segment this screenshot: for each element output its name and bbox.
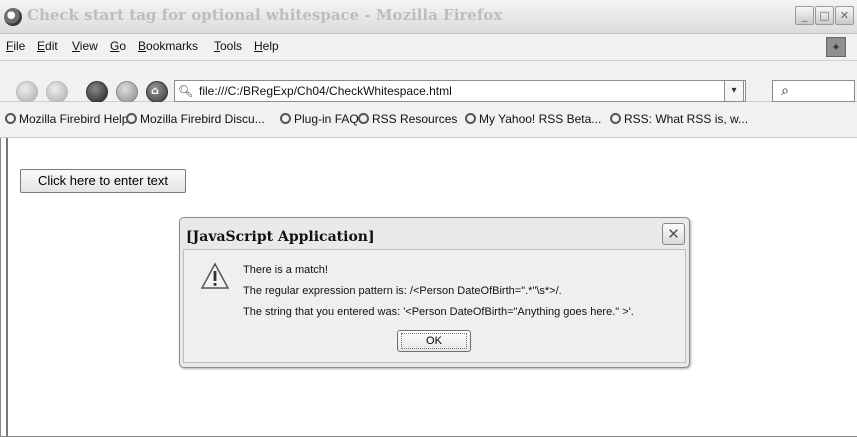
ok-focus-ring: [401, 333, 467, 349]
bookmark-item[interactable]: RSS Resources: [358, 112, 457, 126]
title-bar: Check start tag for optional whitespace …: [0, 0, 857, 34]
dialog-message-line: The string that you entered was: '<Perso…: [243, 306, 634, 318]
window-title: Check start tag for optional whitespace …: [27, 6, 503, 24]
menu-view[interactable]: View: [72, 39, 98, 53]
page-icon: 🔍︎: [178, 84, 194, 98]
close-window-button[interactable]: ✕: [835, 6, 854, 25]
maximize-button[interactable]: □: [815, 6, 834, 25]
bookmark-item[interactable]: Mozilla Firebird Help: [5, 112, 128, 126]
bookmark-icon: [610, 113, 621, 124]
menu-tools[interactable]: Tools: [214, 39, 242, 53]
menu-file[interactable]: File: [6, 39, 25, 53]
bookmark-icon: [126, 113, 137, 124]
address-bar[interactable]: 🔍︎ file:///C:/BRegExp/Ch04/CheckWhitespa…: [174, 80, 746, 102]
menu-bar: [0, 34, 857, 61]
bookmark-icon: [280, 113, 291, 124]
back-button[interactable]: [16, 81, 38, 103]
bookmark-icon: [358, 113, 369, 124]
firefox-app-icon: [4, 8, 22, 26]
magnifier-icon[interactable]: ⌕: [776, 82, 794, 100]
bookmark-icon: [465, 113, 476, 124]
enter-text-button[interactable]: Click here to enter text: [20, 169, 186, 193]
dialog-close-button[interactable]: ✕: [662, 223, 685, 245]
warning-icon: [200, 262, 230, 289]
throbber-icon: ◈: [826, 37, 846, 57]
stop-button[interactable]: [116, 81, 138, 103]
dialog-message-line: The regular expression pattern is: /<Per…: [243, 285, 562, 297]
bookmark-item[interactable]: Plug-in FAQ: [280, 112, 359, 126]
dialog-message-line: There is a match!: [243, 264, 328, 276]
menu-help[interactable]: Help: [254, 39, 279, 53]
url-history-dropdown[interactable]: ▾: [724, 80, 744, 102]
dialog-title: [JavaScript Application]: [186, 229, 375, 245]
home-icon: ⌂: [151, 84, 159, 97]
menu-bookmarks[interactable]: Bookmarks: [138, 39, 198, 53]
bookmark-icon: [5, 113, 16, 124]
url-text: file:///C:/BRegExp/Ch04/CheckWhitespace.…: [199, 84, 452, 98]
bookmark-item[interactable]: Mozilla Firebird Discu...: [126, 112, 265, 126]
minimize-button[interactable]: _: [795, 6, 814, 25]
reload-button[interactable]: [86, 81, 108, 103]
bookmark-item[interactable]: My Yahoo! RSS Beta...: [465, 112, 601, 126]
bookmark-item[interactable]: RSS: What RSS is, w...: [610, 112, 748, 126]
menu-edit[interactable]: Edit: [37, 39, 58, 53]
menu-go[interactable]: Go: [110, 39, 126, 53]
forward-button[interactable]: [46, 81, 68, 103]
